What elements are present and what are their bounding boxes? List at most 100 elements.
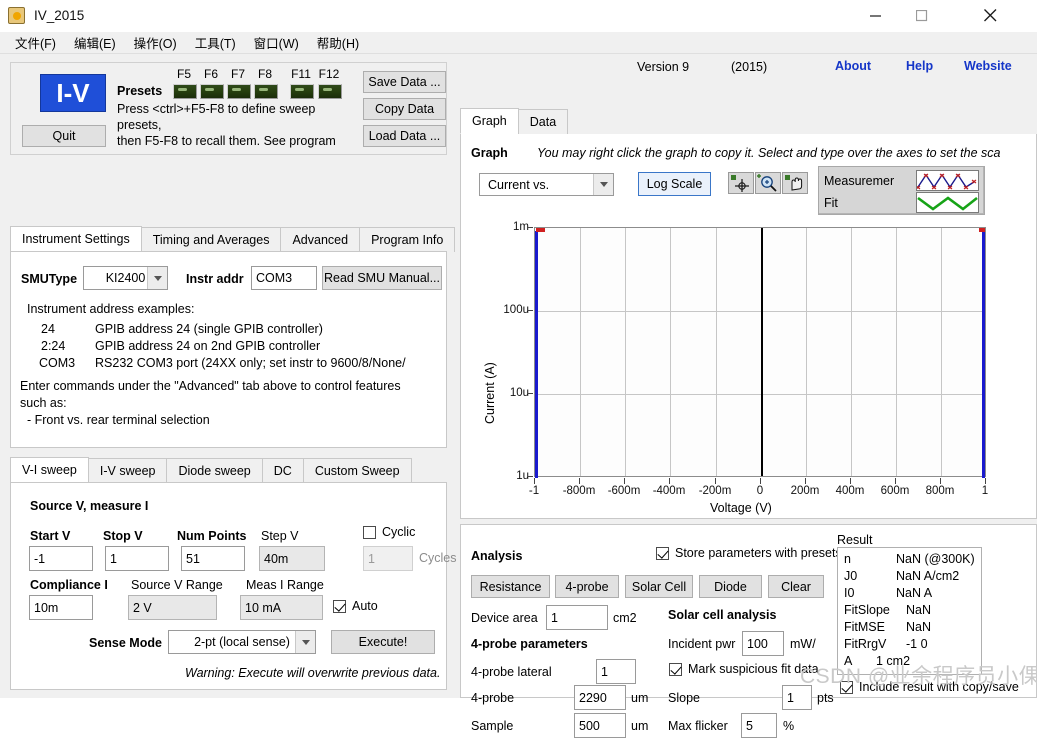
- tab-diode-sweep[interactable]: Diode sweep: [166, 458, 263, 483]
- about-link[interactable]: About: [835, 59, 871, 73]
- save-data-button[interactable]: Save Data ...: [363, 71, 446, 93]
- max-flicker-label: Max flicker: [668, 719, 728, 733]
- preset-led-f8[interactable]: [254, 84, 278, 99]
- stop-v-input[interactable]: 1: [105, 546, 169, 571]
- legend-row-measurement[interactable]: Measuremer: [824, 169, 979, 192]
- tab-program-info[interactable]: Program Info: [359, 227, 456, 252]
- example-key-2: COM3: [39, 356, 76, 370]
- minimize-button[interactable]: [853, 0, 899, 31]
- result-title: Result: [837, 533, 873, 547]
- tab-timing-and-averages[interactable]: Timing and Averages: [140, 227, 282, 252]
- tab-instrument-settings[interactable]: Instrument Settings: [10, 226, 142, 252]
- graph-hint-text: You may right click the graph to copy it…: [537, 146, 1001, 160]
- graph-legend: Measuremer Fit: [818, 166, 985, 215]
- commands-note-line1: Enter commands under the "Advanced" tab …: [20, 379, 401, 393]
- menu-item-window[interactable]: 窗口(W): [245, 31, 308, 54]
- smutype-label: SMUType: [21, 272, 78, 286]
- mark-suspicious-checkbox[interactable]: [669, 663, 682, 676]
- cycles-input[interactable]: 1: [363, 546, 413, 571]
- chevron-down-icon[interactable]: [295, 631, 315, 653]
- marker-right: [979, 228, 985, 232]
- four-probe-lateral-label: 4-probe lateral: [471, 665, 552, 679]
- diode-button[interactable]: Diode: [699, 575, 762, 598]
- tab-custom-sweep[interactable]: Custom Sweep: [302, 458, 412, 483]
- legend-label-measurement: Measuremer: [824, 173, 895, 188]
- four-probe-lateral-input[interactable]: 1: [596, 659, 636, 684]
- maximize-button[interactable]: [899, 0, 945, 31]
- preset-led-f6[interactable]: [200, 84, 224, 99]
- instrument-settings-panel: SMUType KI2400 Instr addr COM3 Read SMU …: [10, 251, 447, 448]
- preset-led-f11[interactable]: [290, 84, 314, 99]
- preset-led-f7[interactable]: [227, 84, 251, 99]
- zoom-icon[interactable]: [755, 172, 781, 194]
- commands-note-line2: such as:: [20, 396, 67, 410]
- tab-iv-sweep[interactable]: I-V sweep: [87, 458, 168, 483]
- execute-button[interactable]: Execute!: [331, 630, 435, 654]
- mark-suspicious-label: Mark suspicious fit data: [688, 662, 819, 676]
- start-v-input[interactable]: -1: [29, 546, 93, 571]
- sense-mode-select[interactable]: 2-pt (local sense): [168, 630, 316, 654]
- menu-item-tools[interactable]: 工具(T): [186, 31, 245, 54]
- fkey-label-f5: F5: [176, 67, 191, 81]
- close-button[interactable]: [967, 0, 1013, 31]
- four-probe-button[interactable]: 4-probe: [555, 575, 619, 598]
- x-tick-label-7: 400m: [835, 485, 865, 497]
- resistance-button[interactable]: Resistance: [471, 575, 550, 598]
- tab-advanced[interactable]: Advanced: [280, 227, 361, 252]
- result-box: n NaN (@300K) J0 NaN A/cm2 I0 NaN A FitSlop…: [837, 547, 982, 675]
- menu-item-help[interactable]: 帮助(H): [308, 31, 368, 54]
- result-row-fitslope: FitSlope NaN: [844, 603, 932, 617]
- solar-cell-button[interactable]: Solar Cell: [625, 575, 693, 598]
- incident-power-input[interactable]: 100: [742, 631, 784, 656]
- title-bar: IV_2015: [0, 0, 1037, 32]
- num-points-input[interactable]: 51: [181, 546, 245, 571]
- copy-data-button[interactable]: Copy Data: [363, 98, 446, 120]
- plot-area[interactable]: [534, 227, 986, 478]
- instr-addr-input[interactable]: COM3: [251, 266, 317, 290]
- website-link[interactable]: Website: [964, 59, 1012, 73]
- quit-button[interactable]: Quit: [22, 125, 106, 147]
- menu-item-operate[interactable]: 操作(O): [125, 31, 186, 54]
- max-flicker-input[interactable]: 5: [741, 713, 777, 738]
- menu-item-edit[interactable]: 编辑(E): [65, 31, 125, 54]
- clear-button[interactable]: Clear: [768, 575, 824, 598]
- example-key-1: 2:24: [41, 339, 66, 353]
- tab-graph[interactable]: Graph: [460, 108, 519, 134]
- legend-row-fit[interactable]: Fit: [824, 191, 979, 214]
- fkey-label-f7: F7: [230, 67, 245, 81]
- help-link[interactable]: Help: [906, 59, 933, 73]
- curve-select[interactable]: Current vs.: [479, 173, 614, 196]
- legend-label-fit: Fit: [824, 195, 838, 210]
- preset-led-f5[interactable]: [173, 84, 197, 99]
- cyclic-checkbox[interactable]: [363, 526, 376, 539]
- fkey-label-f8: F8: [257, 67, 272, 81]
- tab-data[interactable]: Data: [517, 109, 569, 134]
- year-label: (2015): [731, 60, 768, 74]
- log-scale-button[interactable]: Log Scale: [638, 172, 711, 196]
- instr-addr-label: Instr addr: [186, 272, 244, 286]
- smutype-select[interactable]: KI2400: [83, 266, 168, 290]
- tab-vi-sweep[interactable]: V-I sweep: [10, 457, 89, 483]
- include-result-label: Include result with copy/save: [859, 680, 1019, 694]
- chevron-down-icon[interactable]: [593, 174, 613, 195]
- crosshair-cursor-icon[interactable]: [728, 172, 754, 194]
- pan-hand-icon[interactable]: [782, 172, 808, 194]
- auto-checkbox[interactable]: [333, 600, 346, 613]
- load-data-button[interactable]: Load Data ...: [363, 125, 446, 147]
- read-smu-manual-button[interactable]: Read SMU Manual...: [322, 266, 442, 290]
- compliance-input[interactable]: 10m: [29, 595, 93, 620]
- device-area-input[interactable]: 1: [546, 605, 608, 630]
- sweep-heading: Source V, measure I: [30, 499, 149, 513]
- example-desc-0: GPIB address 24 (single GPIB controller): [95, 322, 323, 336]
- chevron-down-icon[interactable]: [147, 267, 167, 289]
- menu-item-file[interactable]: 文件(F): [6, 31, 65, 54]
- result-row-i0: I0 NaN A: [844, 586, 933, 600]
- cycles-label: Cycles: [419, 551, 457, 565]
- preset-led-f12[interactable]: [318, 84, 342, 99]
- tab-dc[interactable]: DC: [261, 458, 304, 483]
- store-parameters-checkbox[interactable]: [656, 547, 669, 560]
- fkey-label-f6: F6: [203, 67, 218, 81]
- x-tick-label-5: 0: [756, 485, 764, 497]
- include-result-checkbox[interactable]: [840, 681, 853, 694]
- sample-input[interactable]: 500: [574, 713, 626, 738]
